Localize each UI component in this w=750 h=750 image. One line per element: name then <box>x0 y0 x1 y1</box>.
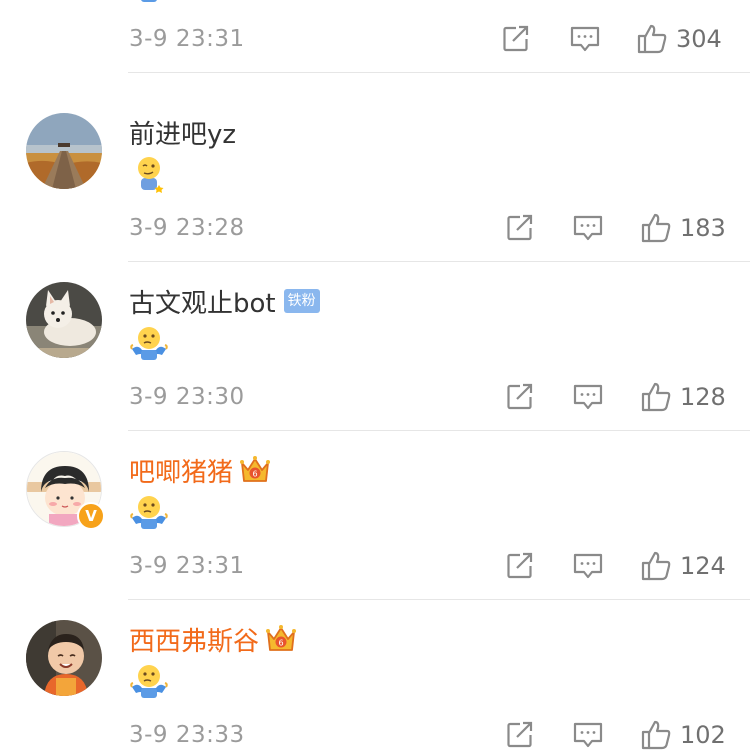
share-icon <box>505 720 535 750</box>
username-row: 古文观止bot 铁粉 <box>129 283 320 320</box>
like-count: 124 <box>680 552 726 580</box>
comment-list: 3-9 23:31 304 前进吧yz 3-9 23:28 183 古文观止bo… <box>0 0 750 750</box>
reply-button[interactable] <box>572 548 604 584</box>
like-button[interactable]: 102 <box>640 717 726 750</box>
share-button[interactable] <box>505 379 535 415</box>
thumbs-up-icon <box>636 23 668 55</box>
share-icon <box>505 551 535 581</box>
username[interactable]: 古文观止bot <box>129 283 276 320</box>
like-button[interactable]: 128 <box>640 379 726 415</box>
comment-meta: 3-9 23:30 <box>129 380 245 414</box>
reply-button[interactable] <box>569 21 601 57</box>
avatar[interactable] <box>26 282 102 358</box>
reply-button[interactable] <box>572 717 604 750</box>
comment-item: 3-9 23:31 304 <box>0 0 750 73</box>
crown-icon <box>239 455 271 485</box>
comment-icon <box>572 551 604 581</box>
username[interactable]: 吧唧猪猪 <box>129 452 233 489</box>
like-button[interactable]: 304 <box>636 21 722 57</box>
share-icon <box>501 24 531 54</box>
comment-item: 古文观止bot 铁粉 3-9 23:30 128 <box>0 262 750 431</box>
shrug-emoji <box>129 0 169 4</box>
timestamp: 3-9 23:31 <box>129 26 245 52</box>
like-button[interactable]: 124 <box>640 548 726 584</box>
shrug-emoji <box>129 660 169 700</box>
reply-button[interactable] <box>572 379 604 415</box>
like-count: 128 <box>680 383 726 411</box>
verified-badge: V <box>77 502 105 530</box>
comment-item: 西西弗斯谷 3-9 23:33 102 <box>0 600 750 750</box>
reply-button[interactable] <box>572 210 604 246</box>
username[interactable]: 西西弗斯谷 <box>129 621 259 658</box>
share-icon <box>505 213 535 243</box>
comment-icon <box>572 382 604 412</box>
share-button[interactable] <box>501 21 531 57</box>
avatar[interactable] <box>26 620 102 696</box>
timestamp: 3-9 23:30 <box>129 384 245 410</box>
fan-badge: 铁粉 <box>283 289 320 313</box>
share-button[interactable] <box>505 548 535 584</box>
share-button[interactable] <box>505 717 535 750</box>
like-count: 183 <box>680 214 726 242</box>
crown-icon <box>265 624 297 654</box>
like-button[interactable]: 183 <box>640 210 726 246</box>
share-button[interactable] <box>505 210 535 246</box>
timestamp: 3-9 23:31 <box>129 553 245 579</box>
thumbs-up-icon <box>640 550 672 582</box>
comment-meta: 3-9 23:28 <box>129 211 245 245</box>
username-row: 前进吧yz <box>129 114 236 151</box>
comment-icon <box>569 24 601 54</box>
comment-item: 前进吧yz 3-9 23:28 183 <box>0 93 750 262</box>
thumbs-up-icon <box>640 381 672 413</box>
avatar[interactable] <box>26 113 102 189</box>
comment-icon <box>572 720 604 750</box>
divider <box>128 72 750 73</box>
comment-meta: 3-9 23:33 <box>129 718 245 750</box>
username[interactable]: 前进吧yz <box>129 114 236 151</box>
share-icon <box>505 382 535 412</box>
timestamp: 3-9 23:28 <box>129 215 245 241</box>
thumbs-up-icon <box>640 212 672 244</box>
like-count: 102 <box>680 721 726 749</box>
thumbs-up-icon <box>640 719 672 750</box>
comment-meta: 3-9 23:31 <box>129 22 245 56</box>
like-count: 304 <box>676 25 722 53</box>
shrug-emoji <box>129 491 169 531</box>
timestamp: 3-9 23:33 <box>129 722 245 748</box>
smirk-emoji <box>129 153 169 193</box>
comment-item: V 吧唧猪猪 3-9 23:31 124 <box>0 431 750 600</box>
comment-icon <box>572 213 604 243</box>
username-row: 西西弗斯谷 <box>129 621 297 658</box>
shrug-emoji <box>129 322 169 362</box>
username-row: 吧唧猪猪 <box>129 452 271 489</box>
comment-meta: 3-9 23:31 <box>129 549 245 583</box>
